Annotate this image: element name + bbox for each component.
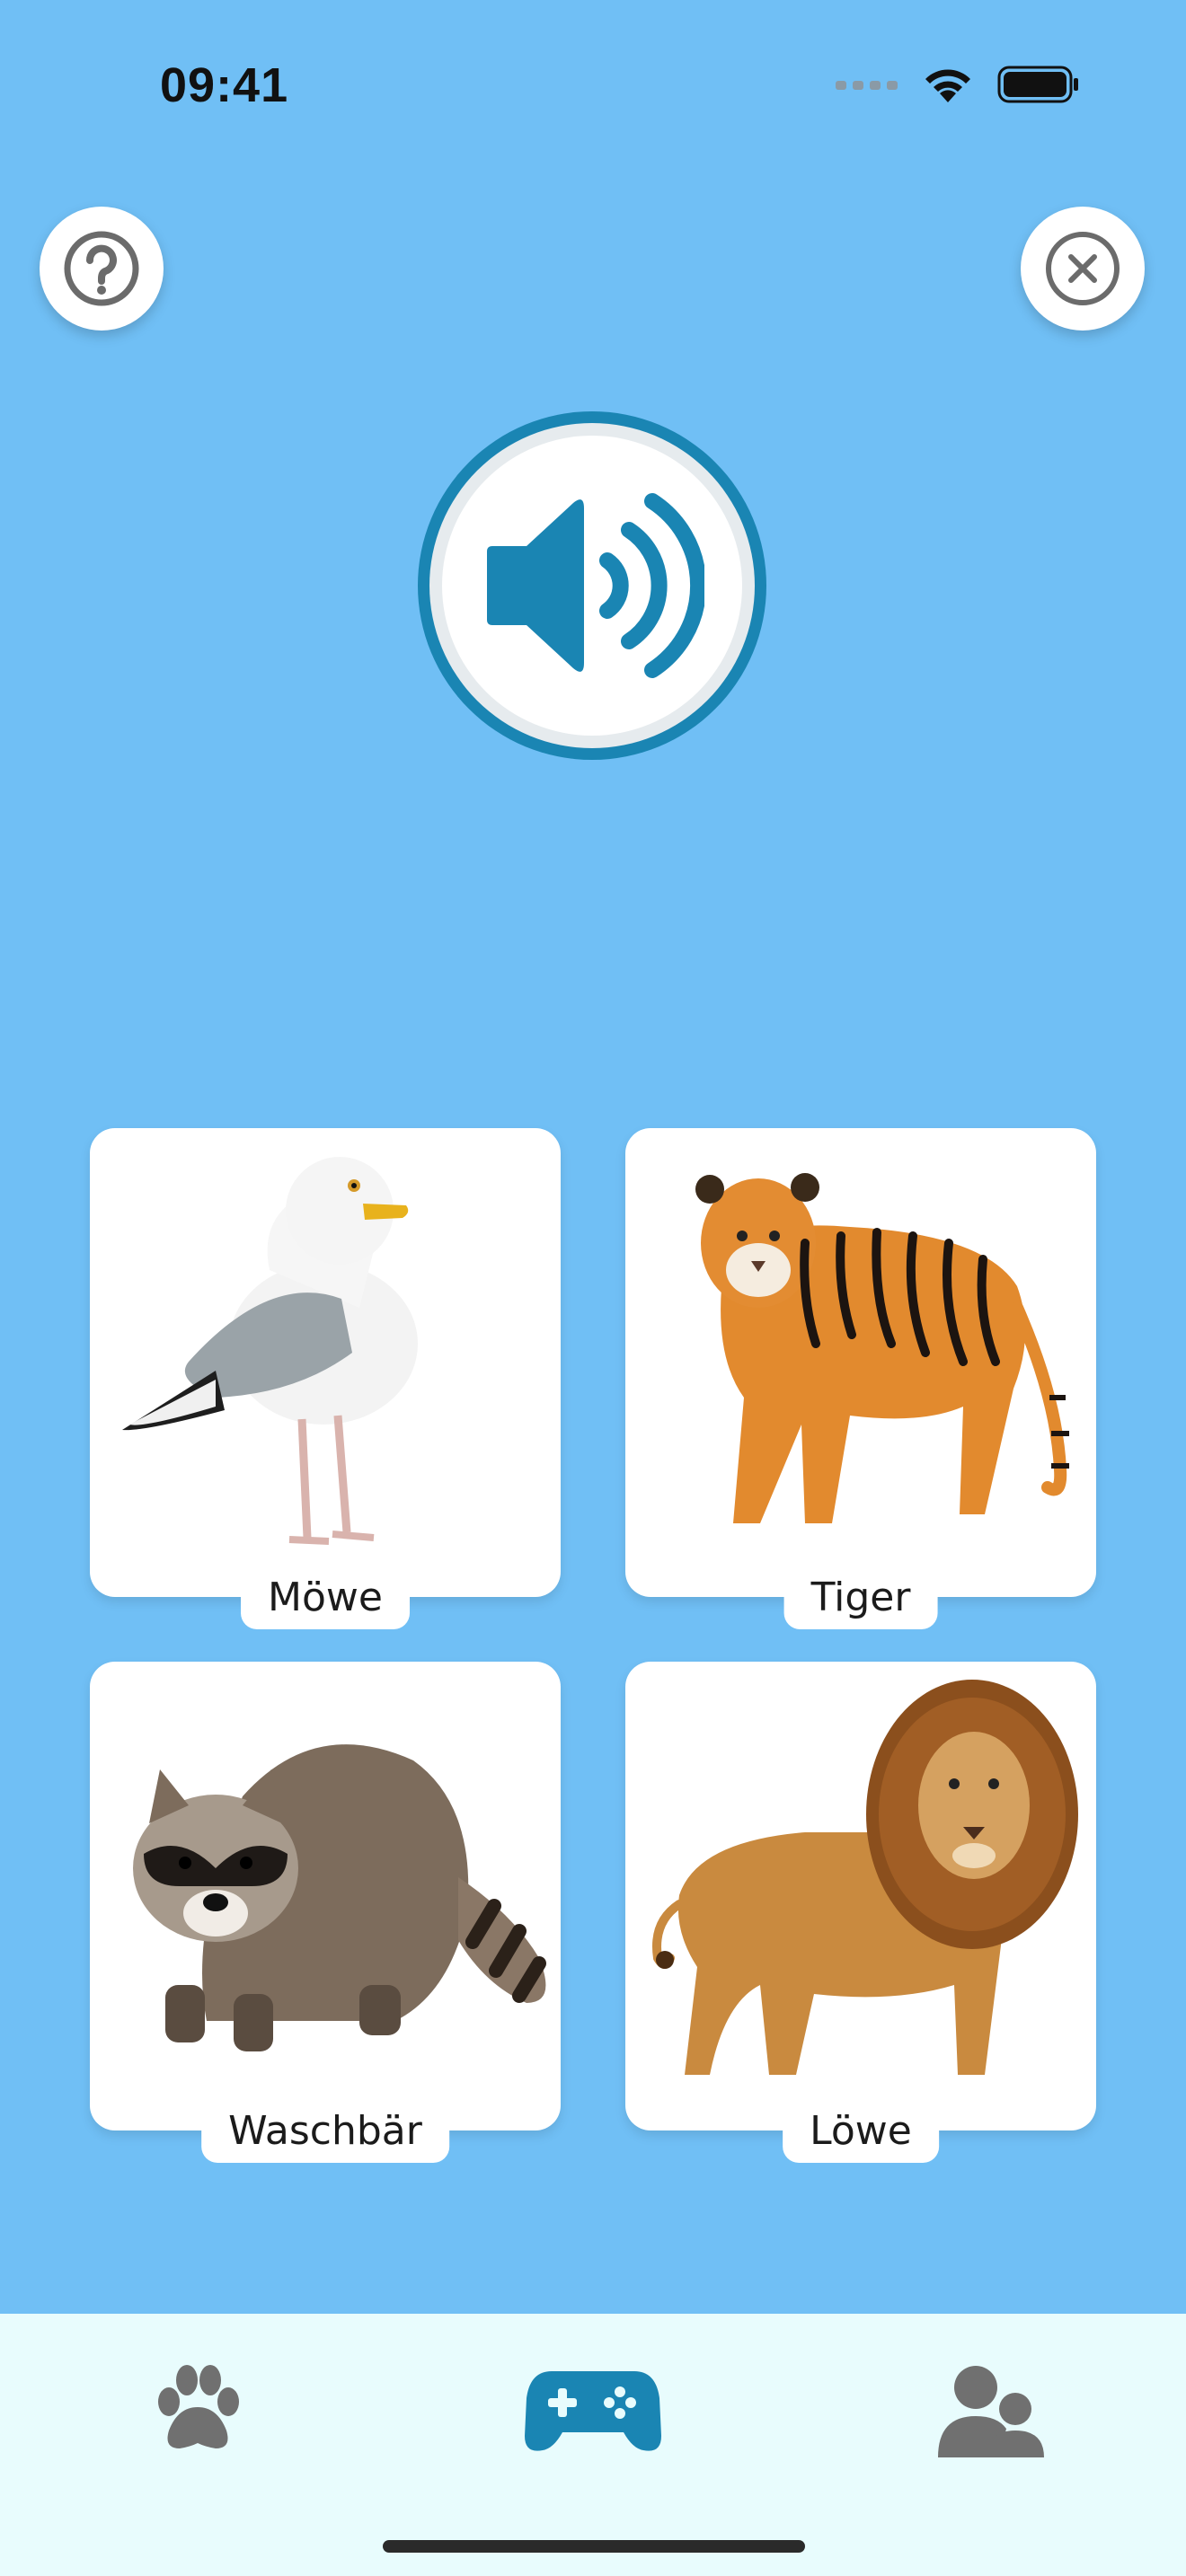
question-icon	[64, 231, 139, 306]
raccoon-image	[133, 1744, 546, 2051]
home-indicator	[383, 2540, 805, 2553]
help-button[interactable]	[40, 207, 164, 331]
answer-label: Tiger	[783, 1571, 938, 1629]
speaker-icon	[487, 493, 704, 678]
answer-card-lion[interactable]: Löwe	[625, 1662, 1096, 2163]
users-icon	[938, 2366, 1044, 2457]
signal-icon	[836, 81, 898, 90]
tab-bar	[0, 2314, 1186, 2576]
answer-card-tiger[interactable]: Tiger	[625, 1128, 1096, 1629]
battery-icon	[997, 66, 1078, 103]
lion-image	[652, 1680, 1078, 2075]
close-icon	[1046, 232, 1120, 305]
answer-label: Waschbär	[201, 2104, 449, 2163]
play-sound-button[interactable]	[418, 411, 766, 760]
answer-label: Löwe	[783, 2104, 939, 2163]
status-icons	[836, 65, 1080, 104]
wifi-icon	[925, 69, 970, 102]
answer-label: Möwe	[241, 1571, 410, 1629]
tab-profile[interactable]	[934, 2362, 1046, 2459]
status-time: 09:41	[160, 58, 289, 112]
tiger-image	[695, 1173, 1069, 1523]
seagull-image	[122, 1157, 418, 1545]
close-button[interactable]	[1021, 207, 1145, 331]
tab-animals[interactable]	[151, 2362, 244, 2456]
tab-game[interactable]	[525, 2362, 661, 2456]
play-sound-inner	[442, 436, 742, 736]
paw-icon	[158, 2365, 239, 2448]
answer-card-raccoon[interactable]: Waschbär	[90, 1662, 561, 2163]
gamepad-icon	[525, 2371, 661, 2451]
answer-card-seagull[interactable]: Möwe	[90, 1128, 561, 1629]
play-sound-ring	[429, 423, 755, 748]
